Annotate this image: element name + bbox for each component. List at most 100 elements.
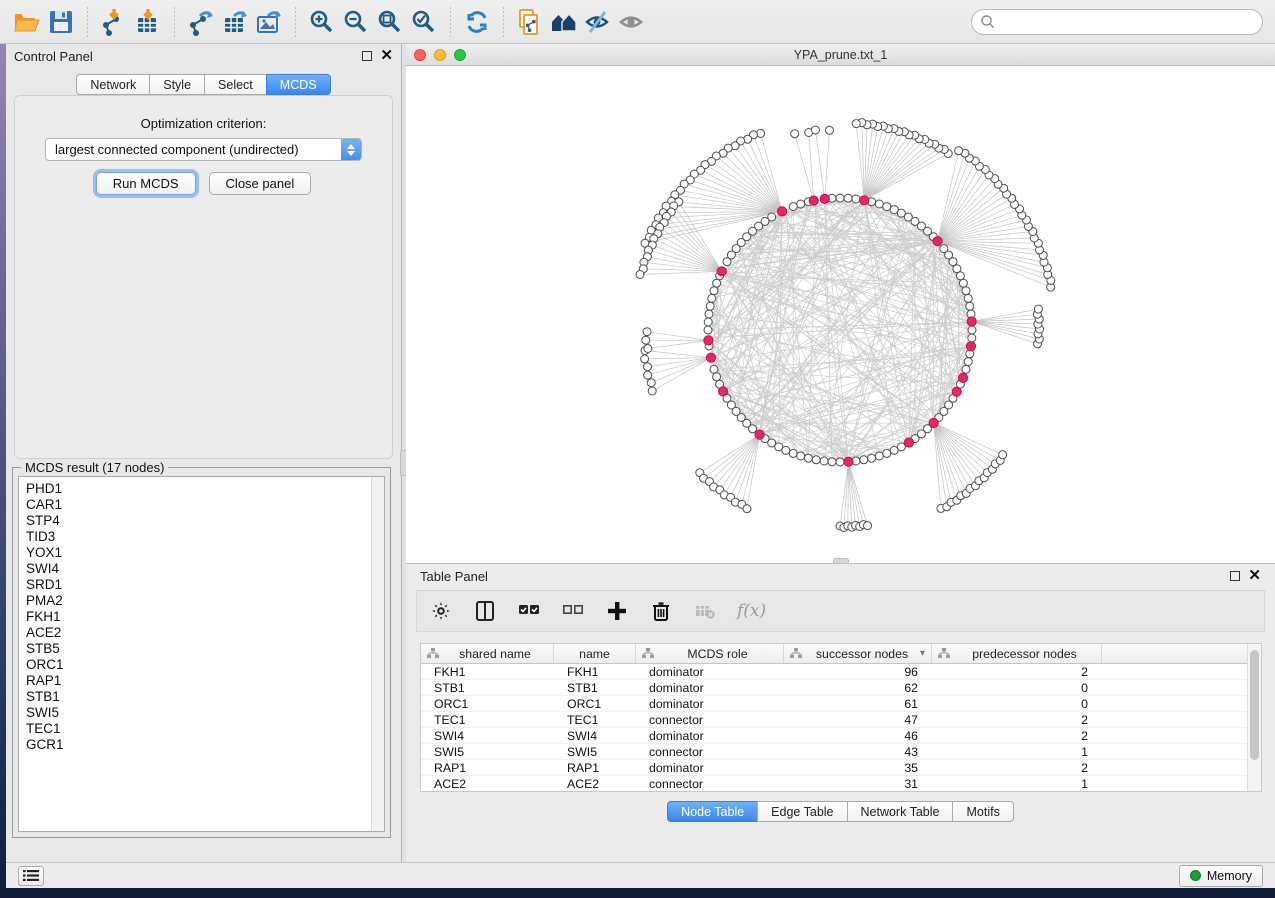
tab-style[interactable]: Style [149, 74, 205, 95]
mcds-result-item[interactable]: RAP1 [26, 673, 371, 689]
zoom-in-button[interactable] [305, 5, 339, 39]
mcds-result-list[interactable]: PHD1CAR1STP4TID3YOX1SWI4SRD1PMA2FKH1ACE2… [19, 477, 371, 831]
column-header-shared-name[interactable]: shared name [421, 644, 554, 663]
mcds-result-item[interactable]: TID3 [26, 529, 371, 545]
mcds-result-item[interactable]: ACE2 [26, 625, 371, 641]
float-panel-icon[interactable] [362, 51, 372, 61]
optimization-criterion-select[interactable]: largest connected component (undirected) [45, 138, 362, 161]
table-row[interactable]: RAP1RAP1dominator352 [421, 760, 1247, 776]
tab-motifs[interactable]: Motifs [952, 801, 1013, 822]
mcds-result-item[interactable]: STP4 [26, 513, 371, 529]
memory-button[interactable]: Memory [1179, 865, 1263, 887]
mcds-list-scrollbar[interactable] [371, 477, 384, 831]
show-all-button[interactable] [615, 5, 649, 39]
cell-shared-name: STB1 [421, 680, 554, 695]
cell-shared-name: ACE2 [421, 776, 554, 791]
tab-network-table[interactable]: Network Table [847, 801, 954, 822]
task-history-button[interactable] [18, 866, 44, 886]
toolbar-separator [295, 7, 296, 37]
optimization-criterion-value: largest connected component (undirected) [46, 142, 341, 157]
column-type-icon [427, 648, 439, 659]
settings-gear-icon [429, 599, 453, 623]
table-panel-header: Table Panel ✕ [406, 564, 1275, 588]
delete-table-button [693, 599, 717, 623]
table-panel: Table Panel ✕ f(x) shared namenameMCDS r… [406, 563, 1275, 862]
table-scrollbar-thumb[interactable] [1250, 650, 1259, 760]
cell-name: FKH1 [554, 664, 636, 679]
deselect-all-button[interactable] [561, 599, 585, 623]
close-table-panel-icon[interactable]: ✕ [1248, 571, 1261, 581]
select-all-button[interactable] [517, 599, 541, 623]
first-neighbors-icon [550, 8, 578, 36]
mcds-result-item[interactable]: STB5 [26, 641, 371, 657]
mcds-result-item[interactable]: SWI5 [26, 705, 371, 721]
close-panel-button[interactable]: Close panel [209, 172, 312, 195]
cell-predecessor-nodes: 0 [932, 680, 1102, 695]
network-window-titlebar[interactable]: YPA_prune.txt_1 [406, 44, 1275, 66]
zoom-out-button[interactable] [339, 5, 373, 39]
mcds-result-item[interactable]: TEC1 [26, 721, 371, 737]
table-scrollbar[interactable] [1247, 644, 1261, 791]
table-row[interactable]: ORC1ORC1dominator610 [421, 696, 1247, 712]
zoom-fit-button[interactable] [373, 5, 407, 39]
cell-successor-nodes: 46 [784, 728, 932, 743]
cell-name: SWI5 [554, 744, 636, 759]
column-header-name[interactable]: name [554, 644, 636, 663]
import-network-button[interactable] [97, 5, 131, 39]
open-file-button[interactable] [10, 5, 44, 39]
mcds-result-item[interactable]: CAR1 [26, 497, 371, 513]
cell-MCDS-role: dominator [636, 696, 784, 711]
mcds-result-item[interactable]: PHD1 [26, 481, 371, 497]
column-header-predecessor-nodes[interactable]: predecessor nodes [932, 644, 1102, 663]
toolbar-separator [174, 7, 175, 37]
zoom-selected-button[interactable] [407, 5, 441, 39]
import-table-icon [134, 8, 162, 36]
search-input[interactable] [996, 12, 1262, 32]
network-from-selection-button[interactable] [513, 5, 547, 39]
add-row-button[interactable] [605, 599, 629, 623]
mcds-result-item[interactable]: ORC1 [26, 657, 371, 673]
toolbar-separator [450, 7, 451, 37]
export-image-button[interactable] [252, 5, 286, 39]
mcds-result-item[interactable]: YOX1 [26, 545, 371, 561]
table-row[interactable]: STB1STB1dominator620 [421, 680, 1247, 696]
table-row[interactable]: SWI5SWI5connector431 [421, 744, 1247, 760]
mcds-result-item[interactable]: GCR1 [26, 737, 371, 753]
table-row[interactable]: TEC1TEC1connector472 [421, 712, 1247, 728]
tab-edge-table[interactable]: Edge Table [757, 801, 847, 822]
table-row[interactable]: FKH1FKH1dominator962 [421, 664, 1247, 680]
save-session-button[interactable] [44, 5, 78, 39]
tab-mcds[interactable]: MCDS [266, 74, 331, 95]
table-row[interactable]: ACE2ACE2connector311 [421, 776, 1247, 791]
mcds-result-item[interactable]: STB1 [26, 689, 371, 705]
mcds-result-item[interactable]: SWI4 [26, 561, 371, 577]
close-panel-icon[interactable]: ✕ [380, 51, 393, 61]
cell-name: RAP1 [554, 760, 636, 775]
network-canvas[interactable] [406, 66, 1275, 563]
tab-node-table[interactable]: Node Table [667, 801, 758, 822]
column-browser-button[interactable] [473, 599, 497, 623]
export-table-button[interactable] [218, 5, 252, 39]
hide-selected-button[interactable] [581, 5, 615, 39]
run-mcds-button[interactable]: Run MCDS [96, 172, 196, 195]
export-network-button[interactable] [184, 5, 218, 39]
float-table-panel-icon[interactable] [1230, 571, 1240, 581]
column-header-successor-nodes[interactable]: successor nodes▾ [784, 644, 932, 663]
settings-gear-button[interactable] [429, 599, 453, 623]
search-box[interactable] [971, 9, 1263, 35]
delete-row-button[interactable] [649, 599, 673, 623]
first-neighbors-button[interactable] [547, 5, 581, 39]
control-panel-title: Control Panel [14, 49, 93, 64]
mcds-result-title: MCDS result (17 nodes) [21, 460, 168, 475]
tab-network[interactable]: Network [76, 74, 150, 95]
tab-select[interactable]: Select [204, 74, 267, 95]
mcds-result-item[interactable]: FKH1 [26, 609, 371, 625]
table-row[interactable]: SWI4SWI4dominator462 [421, 728, 1247, 744]
mcds-result-item[interactable]: SRD1 [26, 577, 371, 593]
mcds-result-item[interactable]: PMA2 [26, 593, 371, 609]
cell-predecessor-nodes: 1 [932, 744, 1102, 759]
column-type-icon [938, 648, 950, 659]
refresh-layout-button[interactable] [460, 5, 494, 39]
column-header-MCDS-role[interactable]: MCDS role [636, 644, 784, 663]
import-table-button[interactable] [131, 5, 165, 39]
